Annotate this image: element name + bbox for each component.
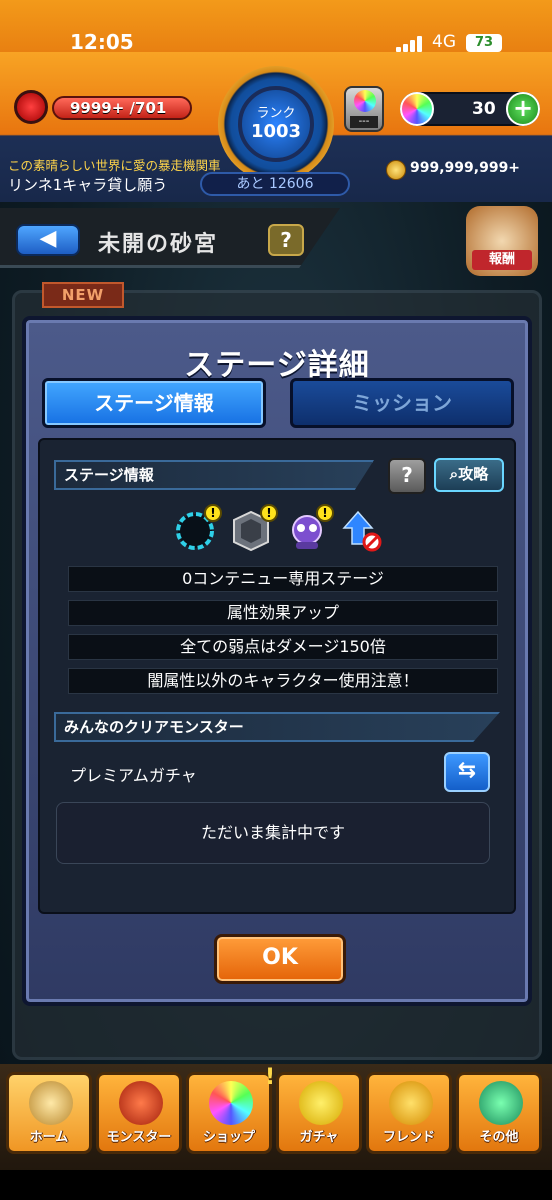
new-badge: NEW [42, 282, 124, 308]
buy-orb-button[interactable]: + [506, 92, 540, 126]
system-nav-bar [0, 1170, 552, 1200]
reward-button[interactable]: 報酬 [466, 206, 538, 276]
nav-home[interactable]: ホーム [6, 1072, 92, 1154]
network-type: 4G [432, 32, 456, 52]
info-line-4: 闇属性以外のキャラクター使用注意！ [68, 668, 498, 694]
game-screen: 12:05 4G 73 9999+ /701 ランク 1003 あと 12606… [0, 0, 552, 1200]
ok-button[interactable]: OK [214, 934, 346, 984]
rank-badge[interactable]: ランク 1003 [218, 66, 334, 182]
rainbow-orb-icon [400, 92, 434, 126]
block-icon[interactable]: ! [230, 504, 278, 552]
nav-label: フレンド [382, 1130, 435, 1145]
info-help-button[interactable]: ? [388, 458, 426, 494]
reward-label: 報酬 [472, 250, 532, 270]
orb-count: 30 [472, 99, 496, 119]
alert-icon: ! [264, 1065, 275, 1090]
warning-icon: ! [316, 504, 334, 522]
status-bar: 12:05 4G 73 [0, 0, 552, 58]
search-icon: ⌕ [449, 465, 459, 483]
stage-detail-dialog: ステージ詳細 ステージ情報 ミッション ステージ情報 ? ⌕攻略 ! ! ! 0… [22, 316, 532, 1006]
tally-message: ただいま集計中です [56, 802, 490, 864]
warning-icon: ! [260, 504, 278, 522]
stamina-meter[interactable]: 9999+ /701 [14, 90, 192, 124]
section-stage-info-header: ステージ情報 [54, 460, 374, 490]
stage-info-panel: ステージ情報 ? ⌕攻略 ! ! ! 0コンテニュー専用ステージ 属性効果アップ… [38, 438, 516, 914]
nav-monster[interactable]: モンスター [96, 1072, 182, 1154]
gacha-icon [299, 1081, 343, 1125]
news-ticker-line1: この素晴らしい世界に愛の暴走機関車 [8, 158, 221, 173]
info-line-3: 全ての弱点はダメージ150倍 [68, 634, 498, 660]
home-icon [29, 1081, 73, 1125]
nav-label: ホーム [29, 1130, 69, 1145]
nav-other[interactable]: その他 [456, 1072, 542, 1154]
section-clear-monsters-header: みんなのクリアモンスター [54, 712, 500, 742]
tab-mission[interactable]: ミッション [290, 378, 514, 428]
news-ticker-line2: リンネ1キャラ貸し願う [8, 176, 168, 194]
battery-icon: 73 [466, 34, 502, 52]
signal-icon [396, 36, 424, 52]
stamina-item-box[interactable]: --- [344, 86, 384, 132]
info-line-2: 属性効果アップ [68, 600, 498, 626]
nav-label: ガチャ [299, 1130, 339, 1145]
warning-icon: ! [204, 504, 222, 522]
nav-friend[interactable]: フレンド [366, 1072, 452, 1154]
orb-counter: 30 + [400, 92, 540, 126]
nav-label: その他 [479, 1130, 519, 1145]
rank-label: ランク [256, 106, 296, 121]
clock: 12:05 [70, 30, 134, 54]
shop-icon [209, 1081, 253, 1125]
nav-label: ショップ [202, 1130, 255, 1145]
robot-icon[interactable]: ! [286, 504, 334, 552]
strategy-button[interactable]: ⌕攻略 [434, 458, 504, 492]
rank-value: 1003 [250, 121, 302, 142]
other-icon [479, 1081, 523, 1125]
stamina-icon [14, 90, 48, 124]
back-button[interactable]: ◀ [16, 224, 80, 256]
gold-coin-icon [386, 160, 406, 180]
nav-gacha[interactable]: ガチャ [276, 1072, 362, 1154]
black-hole-icon[interactable]: ! [174, 504, 222, 552]
nav-label: モンスター [106, 1130, 172, 1145]
tab-stage-info[interactable]: ステージ情報 [42, 378, 266, 428]
nav-shop[interactable]: ショップ ! [186, 1065, 275, 1154]
gacha-type-label: プレミアムガチャ [70, 766, 197, 785]
next-rank-exp: あと 12606 [200, 172, 350, 196]
info-line-1: 0コンテニュー専用ステージ [68, 566, 498, 592]
monster-icon [119, 1081, 163, 1125]
stamina-item-count: --- [350, 116, 378, 128]
friend-icon [389, 1081, 433, 1125]
strategy-label: 攻略 [458, 465, 489, 483]
stage-help-button[interactable]: ? [268, 224, 304, 256]
gimmick-icons: ! ! ! [174, 504, 382, 556]
stage-name: 未開の砂宮 [98, 231, 219, 257]
gold-amount: 999,999,999+ [410, 160, 521, 176]
speed-up-icon[interactable] [342, 510, 384, 552]
swap-gacha-button[interactable]: ⇆ [444, 752, 490, 792]
stamina-value: 9999+ /701 [52, 96, 192, 120]
orb-icon [354, 90, 376, 112]
